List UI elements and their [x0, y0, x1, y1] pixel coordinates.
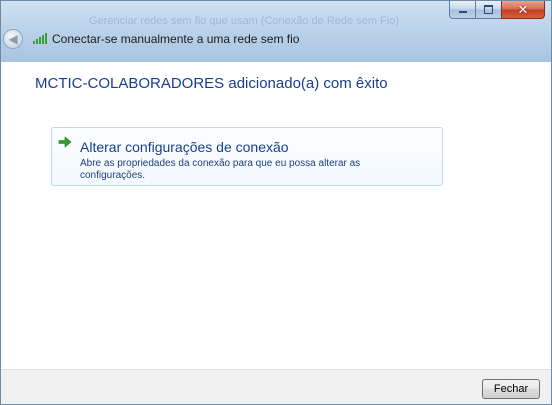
command-link-title: Alterar configurações de conexão [80, 139, 289, 155]
back-arrow-icon: ◀ [8, 31, 18, 46]
page-heading: MCTIC-COLABORADORES adicionado(a) com êx… [35, 75, 388, 92]
background-window-text: Gerenciar redes sem fio que usam (Conexã… [89, 15, 399, 27]
command-link-description: Abre as propriedades da conexão para que… [80, 158, 361, 181]
caption-buttons: ✕ [449, 1, 545, 21]
change-connection-settings-link[interactable]: Alterar configurações de conexão Abre as… [51, 127, 443, 186]
minimize-icon [458, 11, 467, 13]
close-window-button[interactable]: ✕ [501, 1, 545, 19]
dialog-content: MCTIC-COLABORADORES adicionado(a) com êx… [1, 62, 551, 369]
window-title: Conectar-se manualmente a uma rede sem f… [52, 32, 300, 46]
maximize-button[interactable] [475, 1, 501, 19]
title-bar[interactable]: Gerenciar redes sem fio que usam (Conexã… [1, 1, 551, 63]
close-icon: ✕ [517, 2, 529, 17]
wireless-signal-icon [33, 32, 47, 44]
minimize-button[interactable] [449, 1, 475, 19]
dialog-window: Gerenciar redes sem fio que usam (Conexã… [0, 0, 552, 405]
dialog-footer: Fechar [1, 369, 551, 404]
green-arrow-icon [58, 136, 72, 148]
close-button[interactable]: Fechar [482, 379, 540, 399]
back-button[interactable]: ◀ [3, 29, 23, 49]
maximize-icon [484, 5, 493, 14]
